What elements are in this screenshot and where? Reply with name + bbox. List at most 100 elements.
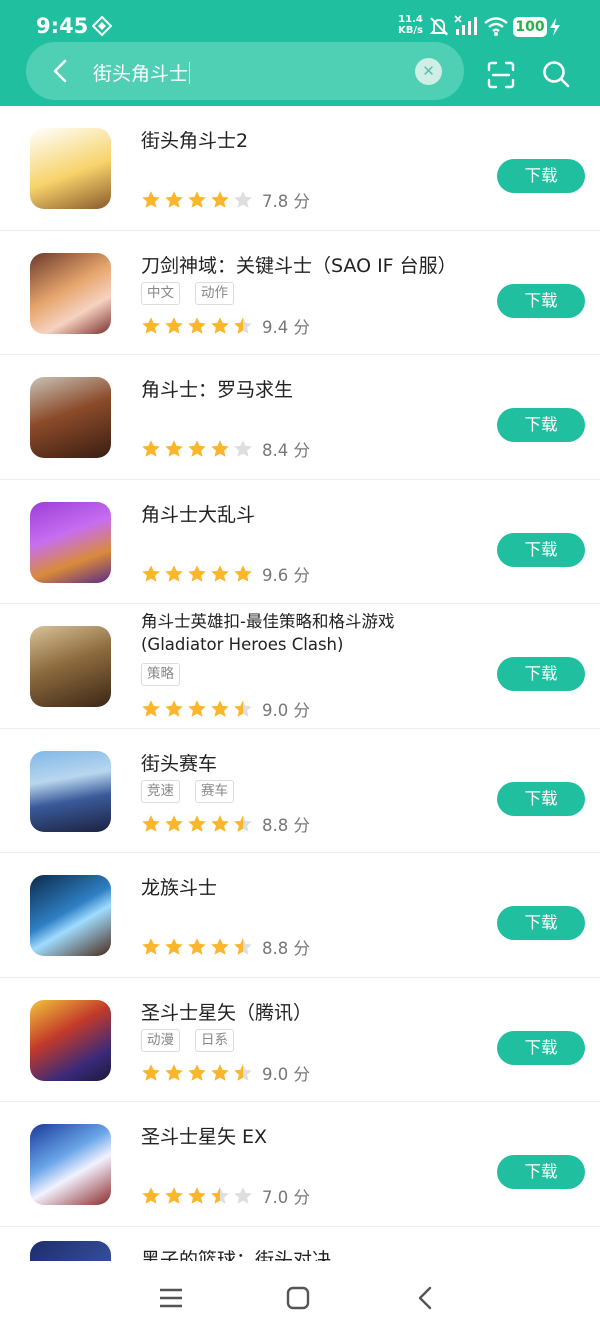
app-title: 刀剑神域：关键斗士（SAO IF 台服） [141,254,457,277]
roman-warrior-icon [30,377,111,458]
download-button[interactable]: 下载 [497,408,585,442]
download-button[interactable]: 下载 [497,159,585,193]
tag-badge: 动作 [195,281,234,305]
tag-list: 竞速 赛车 [141,779,249,803]
download-button[interactable]: 下载 [497,1030,585,1065]
saint-seiya-icon [30,999,111,1081]
star-icon [233,564,253,584]
clear-icon[interactable]: ✕ [415,58,442,85]
search-bar[interactable]: 街头角斗士 ✕ [26,42,464,100]
download-button[interactable]: 下载 [497,657,585,691]
star-icon [141,564,161,584]
app-title: 黑子的篮球：街头对决 [141,1249,332,1261]
star-empty-icon [233,439,253,459]
pixel-gladiator-icon [30,128,111,209]
tag-badge: 策略 [141,663,180,686]
star-half-icon [233,316,253,336]
scan-icon[interactable] [486,60,516,90]
star-icon [210,1063,230,1083]
download-button[interactable]: 下载 [497,781,585,816]
list-item[interactable]: 街头赛车竞速 赛车 8.8 分 下载 [0,729,600,853]
net-speed-unit: KB/s [398,25,423,36]
rating-score: 9.4 分 [262,317,310,337]
star-icon [187,1186,207,1206]
app-subtitle: (Gladiator Heroes Clash) [141,635,344,654]
star-icon [164,1186,184,1206]
bell-off-icon [428,15,450,41]
basketball-icon [30,1241,111,1261]
list-item[interactable]: 街头角斗士2 7.8 分 下载 [0,106,600,231]
list-item[interactable]: 圣斗士星矢（腾讯） 动漫 日系 9.0 分 下载 [0,978,600,1102]
star-icon [187,564,207,584]
rating: 9.6 分 [141,562,310,585]
star-icon [141,190,161,210]
star-half-icon [233,1063,253,1083]
tag-badge: 日系 [195,1028,234,1052]
app-title: 街头角斗士2 [141,130,249,152]
tag-list: 中文 动作 [141,281,249,305]
nav-back-icon[interactable] [412,1284,440,1312]
rating: 8.8 分 [141,812,310,835]
home-icon[interactable] [284,1284,312,1312]
star-icon [141,937,161,957]
list-item[interactable]: 圣斗士星矢 EX 7.0 分 下载 [0,1102,600,1227]
rating-score: 9.0 分 [262,1064,310,1084]
star-icon [210,316,230,336]
rating-score: 8.8 分 [262,815,310,835]
star-icon [187,699,207,719]
app-title: 街头赛车 [141,752,218,775]
search-input[interactable]: 街头角斗士 [93,59,191,86]
diamond-icon [91,15,113,40]
list-item[interactable]: 角斗士：罗马求生 8.4 分 下载 [0,355,600,480]
rating-score: 7.8 分 [262,192,310,211]
star-icon [187,316,207,336]
list-item[interactable]: 角斗士大乱斗 9.6 分 下载 [0,480,600,604]
star-icon [164,937,184,957]
system-nav-bar [0,1262,600,1333]
app-title: 角斗士：罗马求生 [141,379,294,401]
download-button[interactable]: 下载 [497,532,585,567]
rating-score: 8.8 分 [262,939,310,958]
star-icon [141,1063,161,1083]
gladiators-arena-icon [30,501,111,583]
star-icon [141,814,161,834]
star-icon [210,439,230,459]
anime-girl-icon [30,252,111,334]
rating: 9.4 分 [141,314,310,337]
star-icon [187,190,207,210]
download-button[interactable]: 下载 [497,283,585,318]
download-button[interactable]: 下载 [497,1155,585,1189]
star-icon [210,937,230,957]
rating-score: 9.0 分 [262,701,310,720]
rating: 8.4 分 [141,437,310,460]
race-car-icon [30,750,111,832]
rating: 7.0 分 [141,1184,310,1207]
rating: 8.8 分 [141,935,310,958]
star-icon [164,814,184,834]
battery-indicator: 100 [513,17,547,37]
download-button[interactable]: 下载 [497,906,585,940]
search-icon[interactable] [541,59,571,89]
star-icon [164,1063,184,1083]
tag-list: 策略 [141,663,195,686]
app-title: 角斗士英雄扣-最佳策略和格斗游戏 [141,612,395,631]
rating: 7.8 分 [141,188,310,211]
spartan-icon [30,626,111,707]
star-icon [210,699,230,719]
back-icon[interactable] [46,56,76,86]
list-item[interactable]: 龙族斗士 8.8 分 下载 [0,853,600,978]
rating: 9.0 分 [141,1061,310,1084]
app-title: 龙族斗士 [141,877,218,899]
charging-icon [549,18,561,40]
list-item-partial[interactable]: 黑子的篮球：街头对决 [0,1231,600,1261]
rating-score: 7.0 分 [262,1188,310,1207]
rating-score: 8.4 分 [262,441,310,460]
saint-seiya-ex-icon [30,1124,111,1205]
list-item[interactable]: 角斗士英雄扣-最佳策略和格斗游戏 (Gladiator Heroes Clash)… [0,604,600,729]
star-icon [141,699,161,719]
wifi-icon [483,15,509,41]
list-item[interactable]: 刀剑神域：关键斗士（SAO IF 台服） 中文 动作 9.4 分 下载 [0,231,600,355]
star-icon [210,564,230,584]
menu-icon[interactable] [157,1284,185,1312]
rating: 9.0 分 [141,697,310,720]
